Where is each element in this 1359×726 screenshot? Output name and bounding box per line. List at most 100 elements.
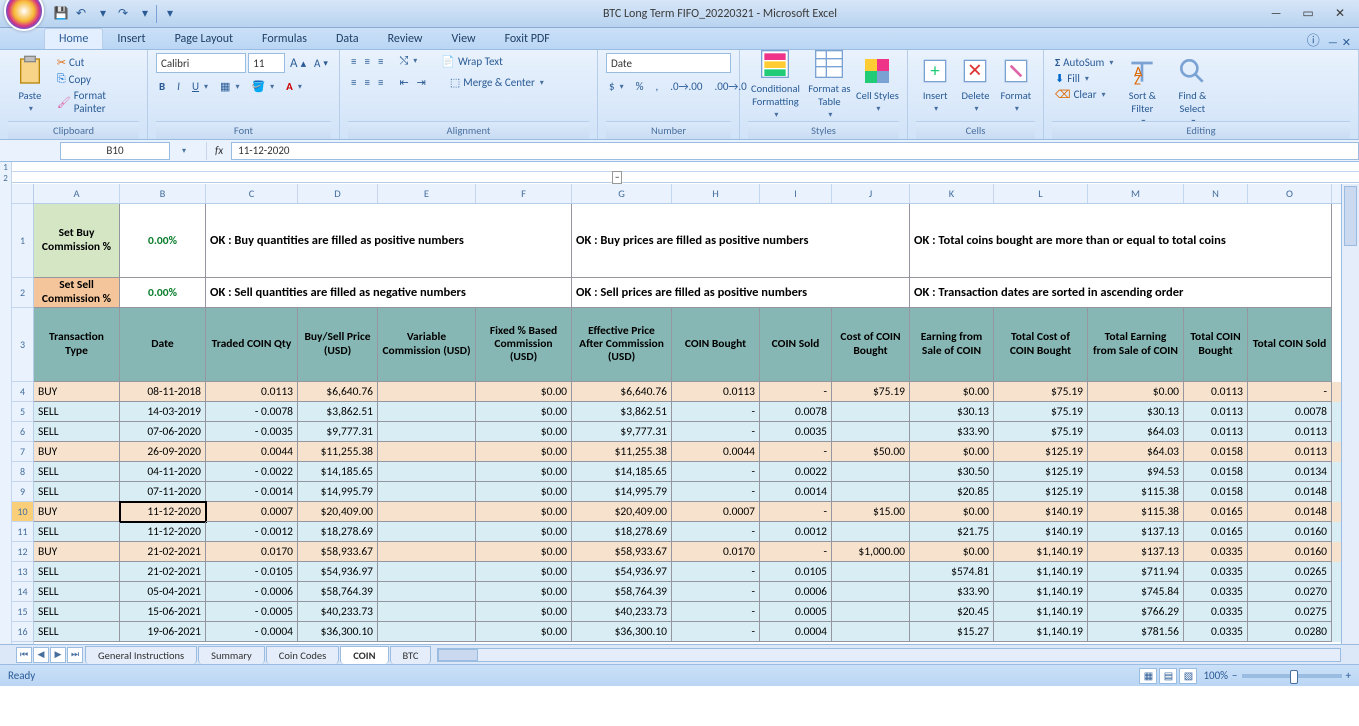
zoom-in-button[interactable]: + [1346,669,1351,682]
cell[interactable]: $75.19 [994,382,1088,402]
cell[interactable]: 0.0105 [760,562,832,582]
name-box[interactable]: B10 [60,142,170,160]
sheet-nav-last[interactable]: ⏭ [67,647,83,663]
cell[interactable]: 07-06-2020 [120,422,206,442]
cell[interactable] [378,542,476,562]
col-header-H[interactable]: H [672,184,760,203]
cell[interactable]: $0.00 [910,542,994,562]
cell[interactable]: OK : Sell quantities are filled as negat… [206,278,572,308]
cell[interactable] [378,382,476,402]
cell[interactable] [832,582,910,602]
cell[interactable] [832,402,910,422]
cell[interactable] [832,482,910,502]
cell[interactable]: Total Earning from Sale of COIN [1088,308,1184,382]
cell[interactable]: $33.90 [910,582,994,602]
align-top-button[interactable]: ≡ [348,54,359,69]
col-header-F[interactable]: F [476,184,572,203]
cell[interactable]: $58,933.67 [572,542,672,562]
cell[interactable]: $14,185.65 [572,462,672,482]
cell[interactable]: $0.00 [476,382,572,402]
cell[interactable]: $64.03 [1088,442,1184,462]
cell[interactable]: - [672,562,760,582]
cell[interactable]: $21.75 [910,522,994,542]
cell[interactable]: $50.00 [832,442,910,462]
cell[interactable]: $1,140.19 [994,582,1088,602]
cell[interactable]: 15-06-2021 [120,602,206,622]
cell[interactable]: $137.13 [1088,522,1184,542]
cell[interactable]: $0.00 [1088,382,1184,402]
cell[interactable]: OK : Sell prices are filled as positive … [572,278,910,308]
cell[interactable]: 0.00% [120,278,206,308]
cell[interactable]: 21-02-2021 [120,562,206,582]
cell[interactable]: $125.19 [994,442,1088,462]
cell[interactable] [832,462,910,482]
cell[interactable]: $0.00 [476,542,572,562]
cell[interactable]: 0.0113 [672,382,760,402]
vertical-scrollbar[interactable] [1341,184,1359,644]
cell[interactable]: Total COIN Sold [1248,308,1332,382]
cell[interactable]: $1,140.19 [994,622,1088,642]
cell[interactable]: $745.84 [1088,582,1184,602]
cell[interactable]: $11,255.38 [298,442,378,462]
cell[interactable]: $14,185.65 [298,462,378,482]
format-as-table-button[interactable]: Format as Table▾ [805,46,854,120]
cell[interactable]: - [672,602,760,622]
cell[interactable]: - 0.0078 [206,402,298,422]
fx-icon[interactable]: fx [206,142,231,160]
find-select-button[interactable]: Find & Select▾ [1168,53,1216,127]
cell[interactable]: $58,764.39 [298,582,378,602]
cell[interactable]: $14,995.79 [298,482,378,502]
cut-button[interactable]: ✂Cut [54,55,139,70]
align-right-button[interactable]: ≡ [375,75,386,90]
view-pagebreak-button[interactable]: ▧ [1179,668,1197,684]
inc-decimal-button[interactable]: .0→.00 [667,79,705,94]
font-color-button[interactable]: A▾ [283,79,305,94]
cell[interactable] [378,482,476,502]
cell[interactable]: $0.00 [476,582,572,602]
cell[interactable]: 0.0014 [760,482,832,502]
cell[interactable]: - [672,462,760,482]
cell[interactable]: 0.0134 [1248,462,1332,482]
cell[interactable]: $40,233.73 [572,602,672,622]
wrap-text-button[interactable]: 📄Wrap Text [438,54,505,69]
cell[interactable]: - [1248,382,1332,402]
cell[interactable]: $115.38 [1088,482,1184,502]
cell[interactable] [832,522,910,542]
cell[interactable]: 0.0007 [672,502,760,522]
cell[interactable]: $20,409.00 [298,502,378,522]
cell[interactable]: $20.85 [910,482,994,502]
cell[interactable]: Earning from Sale of COIN [910,308,994,382]
office-button[interactable] [4,0,44,31]
cell[interactable]: SELL [34,462,120,482]
cell[interactable]: $15.27 [910,622,994,642]
cell[interactable]: 0.0335 [1184,602,1248,622]
cell[interactable]: $3,862.51 [572,402,672,422]
cell[interactable]: Traded COIN Qty [206,308,298,382]
cell[interactable]: $137.13 [1088,542,1184,562]
cell[interactable] [378,602,476,622]
sheet-nav-first[interactable]: ⏮ [16,647,32,663]
cell[interactable]: $75.19 [994,422,1088,442]
cell[interactable]: OK : Total coins bought are more than or… [910,204,1332,278]
cell[interactable] [378,442,476,462]
cell[interactable]: $18,278.69 [298,522,378,542]
tab-view[interactable]: View [438,29,491,49]
cell[interactable]: $14,995.79 [572,482,672,502]
cell[interactable] [378,622,476,642]
bold-button[interactable]: B [156,79,168,94]
cell[interactable]: - 0.0035 [206,422,298,442]
cell[interactable]: $0.00 [476,622,572,642]
cell[interactable]: BUY [34,442,120,462]
tab-review[interactable]: Review [374,29,438,49]
col-header-A[interactable]: A [34,184,120,203]
paste-button[interactable]: Paste▾ [8,53,52,114]
comma-button[interactable]: , [652,79,661,94]
cell[interactable]: Cost of COIN Bought [832,308,910,382]
cell[interactable]: - 0.0004 [206,622,298,642]
align-bottom-button[interactable]: ≡ [375,54,386,69]
worksheet-grid[interactable]: 12345678910111213141516 ABCDEFGHIJKLMNO … [0,184,1359,644]
cell[interactable]: - 0.0012 [206,522,298,542]
sheet-nav-prev[interactable]: ◀ [33,647,49,663]
italic-button[interactable]: I [174,79,183,94]
cell[interactable]: 08-11-2018 [120,382,206,402]
